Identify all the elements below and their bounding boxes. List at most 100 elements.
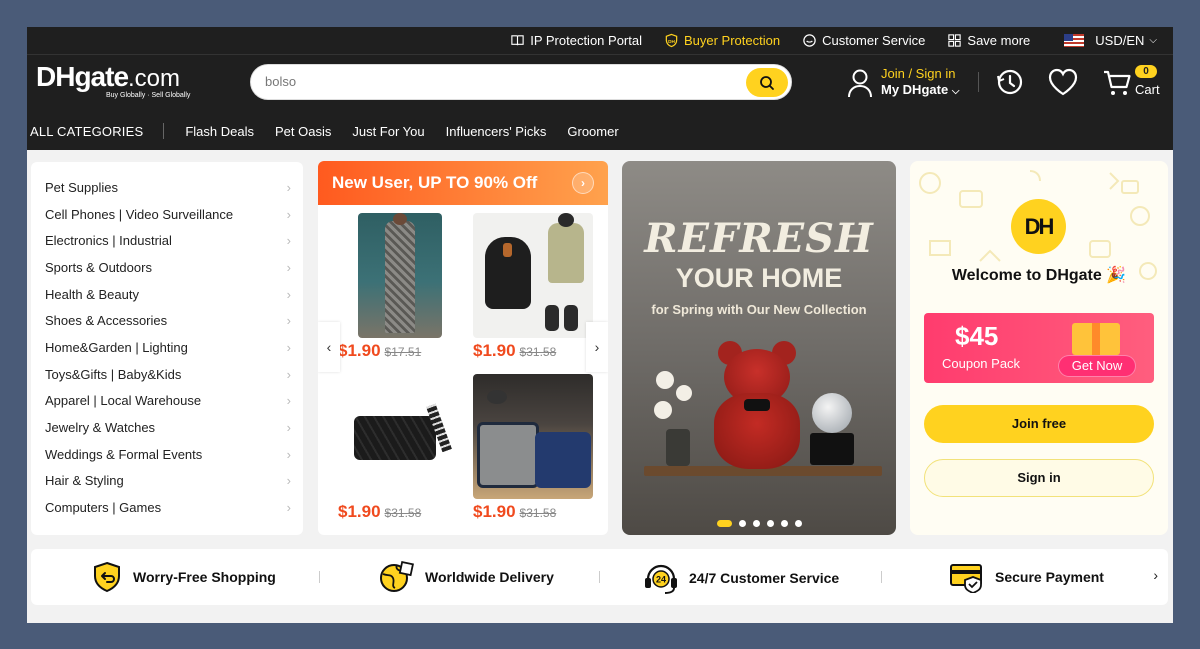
sidebar-item-computers[interactable]: Computers | Games › [31,494,303,521]
chevron-right-icon: › [286,179,291,195]
heart-icon[interactable] [1047,67,1079,97]
my-dhgate-link[interactable]: My DHgate ⌵ [881,82,959,100]
grid-icon [948,34,962,47]
sign-in-button[interactable]: Sign in [924,459,1154,497]
banner-caption: for Spring with Our New Collection [651,302,867,317]
features-strip: Worry-Free Shopping Worldwide Delivery 2… [31,549,1168,605]
cart-count-badge: 0 [1135,65,1157,78]
sidebar-item-home-garden[interactable]: Home&Garden | Lighting › [31,334,303,361]
nav-influencers-picks[interactable]: Influencers' Picks [446,124,547,139]
carousel-dot[interactable] [752,520,760,527]
coupon-pack[interactable]: $45 Coupon Pack Get Now [924,313,1154,383]
dhgate-logo[interactable]: DHgate.com Buy Globally · Sell Globally [36,62,201,102]
sidebar-item-label: Shoes & Accessories [45,313,168,329]
product-price: $1.90 $31.58 [473,502,598,522]
chevron-right-icon: › [286,339,291,355]
nav-flash-deals[interactable]: Flash Deals [185,124,254,139]
sidebar-item-weddings[interactable]: Weddings & Formal Events › [31,441,303,468]
sidebar-item-label: Cell Phones | Video Surveillance [45,206,234,222]
sidebar-item-label: Computers | Games [45,500,162,516]
logo-text: DHgate [36,61,129,92]
product-card[interactable]: $1.90 $31.58 [338,374,463,522]
price-value: $1.90 [338,502,381,521]
sidebar-item-label: Electronics | Industrial [45,233,172,249]
sidebar-item-pet-supplies[interactable]: Pet Supplies › [31,174,303,201]
history-icon[interactable] [995,67,1025,97]
search-input[interactable] [265,74,735,89]
price-value: $1.90 [473,502,516,521]
customer-service-label: Customer Service [822,33,926,48]
banner-subheadline: YOUR HOME [675,263,843,293]
sidebar-item-cell-phones[interactable]: Cell Phones | Video Surveillance › [31,201,303,228]
sidebar-item-health-beauty[interactable]: Health & Beauty › [31,281,303,308]
search-icon [760,75,774,90]
nav-groomer[interactable]: Groomer [567,124,618,139]
promo-prev-button[interactable]: ‹ [318,322,340,372]
promo-header[interactable]: New User, UP TO 90% Off › [318,161,608,205]
category-sidebar: Pet Supplies › Cell Phones | Video Survei… [31,162,303,535]
promo-next-button[interactable]: › [586,322,608,372]
carousel-dot[interactable] [766,520,774,527]
search-button[interactable] [746,68,788,97]
product-card[interactable]: $1.90 $31.58 [473,374,598,522]
cart-label: Cart [1135,82,1160,97]
sidebar-item-toys[interactable]: Toys&Gifts | Baby&Kids › [31,361,303,388]
banner-flowers [652,371,704,466]
chevron-right-icon: › [286,420,291,436]
product-price: $1.90 $31.58 [338,502,463,522]
chevron-right-icon: › [286,393,291,409]
banner-teddy-bear [710,341,806,469]
welcome-title: Welcome to DHgate 🎉 [951,267,1127,284]
all-categories-button[interactable]: ALL CATEGORIES [27,124,143,139]
sidebar-item-label: Sports & Outdoors [45,259,152,275]
sidebar-item-shoes[interactable]: Shoes & Accessories › [31,307,303,334]
search-bar [250,64,792,100]
gift-icon [1072,323,1120,355]
product-card[interactable]: $1.90 $17.51 [338,213,483,361]
carousel-dot[interactable] [794,520,802,527]
currency-selector[interactable]: USD/EN ⌵ [1064,33,1157,48]
ip-protection-link[interactable]: IP Protection Portal [510,33,642,48]
feature-customer-service[interactable]: 24 24/7 Customer Service [643,561,839,595]
coupon-label: Coupon Pack [942,356,1021,371]
divider [881,571,882,583]
buyer-protection-label: Buyer Protection [683,33,781,48]
price-value: $1.90 [473,341,516,360]
chevron-right-icon[interactable]: › [572,172,594,194]
sidebar-item-apparel[interactable]: Apparel | Local Warehouse › [31,388,303,415]
nav-pet-oasis[interactable]: Pet Oasis [275,124,331,139]
carousel-dot[interactable] [780,520,788,527]
feature-worldwide-delivery[interactable]: Worldwide Delivery [379,561,554,593]
customer-service-link[interactable]: Customer Service [802,33,925,48]
chevron-right-icon: › [286,446,291,462]
join-signin-link[interactable]: Join / Sign in [881,66,959,82]
buyer-protection-link[interactable]: DH Buyer Protection [664,33,780,48]
sidebar-item-label: Apparel | Local Warehouse [45,393,202,409]
get-now-button[interactable]: Get Now [1058,355,1136,377]
carousel-dot[interactable] [738,520,746,527]
secure-card-icon [950,564,982,593]
divider [978,72,979,92]
chevron-left-icon: ‹ [326,339,332,355]
account-menu[interactable]: Join / Sign in My DHgate ⌵ [847,66,959,100]
carousel-dot[interactable] [716,520,732,527]
sidebar-item-electronics[interactable]: Electronics | Industrial › [31,227,303,254]
original-price: $31.58 [519,506,557,520]
feature-label: Secure Payment [995,569,1104,585]
banner-snow-globe [808,393,854,465]
ip-protection-label: IP Protection Portal [530,33,642,48]
feature-secure-payment[interactable]: Secure Payment [949,561,1104,593]
save-more-link[interactable]: Save more [947,33,1030,48]
chevron-right-icon[interactable]: › [1153,567,1158,583]
join-free-button[interactable]: Join free [924,405,1154,443]
sidebar-item-label: Hair & Styling [45,473,124,489]
product-price: $1.90 $31.58 [473,341,598,361]
feature-worry-free[interactable]: Worry-Free Shopping [91,561,276,593]
nav-just-for-you[interactable]: Just For You [352,124,424,139]
hero-banner[interactable]: REFRESH YOUR HOME for Spring with Our Ne… [622,161,896,535]
cart-button[interactable]: 0 Cart [1102,65,1162,99]
product-card[interactable]: $1.90 $31.58 [473,213,598,361]
sidebar-item-jewelry[interactable]: Jewelry & Watches › [31,414,303,441]
sidebar-item-sports[interactable]: Sports & Outdoors › [31,254,303,281]
sidebar-item-hair[interactable]: Hair & Styling › [31,468,303,495]
